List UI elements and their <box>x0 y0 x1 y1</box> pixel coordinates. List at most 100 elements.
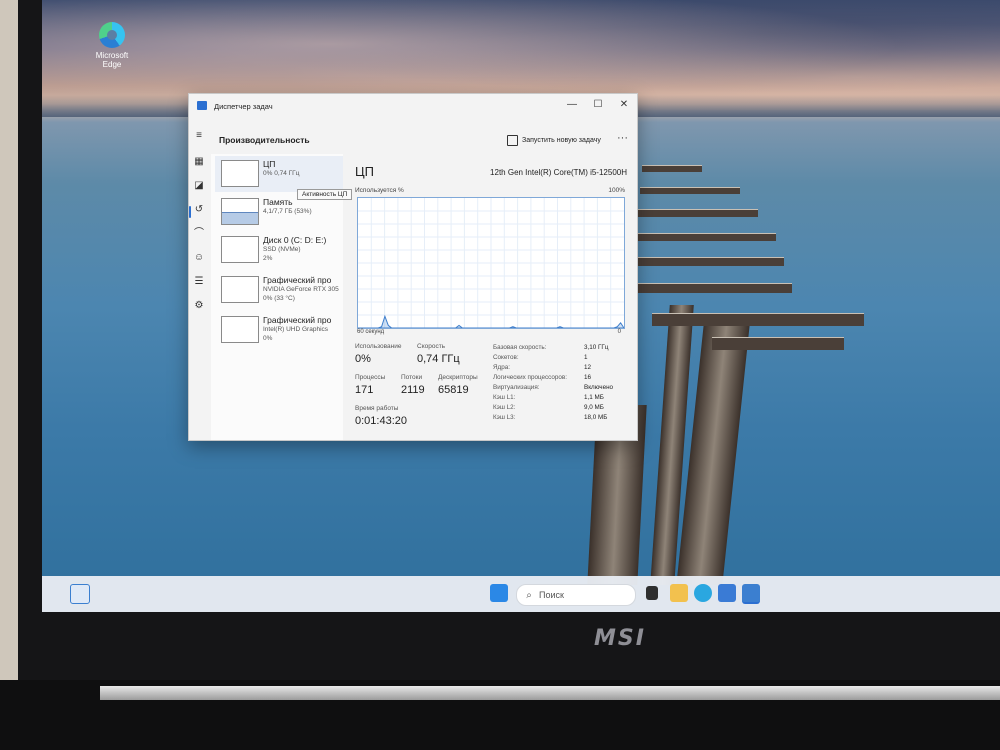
spec-value: 18,0 МБ <box>584 414 608 421</box>
spec-key: Сокетов: <box>493 354 519 361</box>
edge-taskbar-icon[interactable] <box>694 584 712 602</box>
spec-value: 12 <box>584 364 592 371</box>
uptime-value: 0:01:43:20 <box>355 415 407 427</box>
resource-name: Диск 0 (C: D: E:) <box>263 235 327 245</box>
store-icon[interactable] <box>718 584 736 602</box>
performance-icon[interactable]: ◪ <box>193 180 205 192</box>
new-task-label: Запустить новую задачу <box>522 137 601 144</box>
resource-name: ЦП <box>263 159 276 169</box>
edge-icon <box>99 22 125 48</box>
search-icon: ⌕ <box>526 589 532 601</box>
spec-value: 16 <box>584 374 592 381</box>
usage-value: 0% <box>355 353 371 365</box>
resource-detail: 4,1/7,7 ГБ (53%) <box>263 208 312 215</box>
spec-key: Кэш L3: <box>493 414 516 421</box>
resource-detail: Intel(R) UHD Graphics <box>263 326 329 333</box>
pier-plank <box>638 209 758 217</box>
title-bar[interactable]: Диспетчер задач — ☐ ✕ <box>189 94 637 118</box>
search-placeholder: Поиск <box>539 590 564 600</box>
pier-plank <box>652 313 864 326</box>
resource-detail: SSD (NVMe) <box>263 246 301 253</box>
pier-plank <box>642 165 702 172</box>
detail-title: ЦП <box>355 164 374 179</box>
desktop-shortcut-label: Edge <box>102 60 122 69</box>
desktop-shortcut-edge[interactable]: Microsoft Edge <box>92 22 132 69</box>
cpu-thumbnail <box>221 160 259 187</box>
spec-value: 1,1 МБ <box>584 394 604 401</box>
laptop-hinge <box>100 686 1000 700</box>
resource-item-disk[interactable]: Диск 0 (C: D: E:) SSD (NVMe) 2% <box>215 232 343 268</box>
resource-detail: NVIDIA GeForce RTX 305 <box>263 286 339 293</box>
spec-value: 3,10 ГГц <box>584 344 609 351</box>
history-icon[interactable]: ↺ <box>193 204 205 216</box>
processes-icon[interactable]: ▦ <box>193 156 205 168</box>
spec-value: 9,0 МБ <box>584 404 604 411</box>
resource-item-gpu-nvidia[interactable]: Графический про NVIDIA GeForce RTX 305 0… <box>215 272 343 308</box>
desktop-shortcut-label: Microsoft <box>95 51 129 60</box>
spec-key: Виртуализация: <box>493 384 540 391</box>
processes-value: 171 <box>355 384 374 396</box>
taskbar: ⌕ Поиск <box>42 576 1000 612</box>
pier-plank <box>636 233 776 241</box>
close-button[interactable]: ✕ <box>613 98 635 112</box>
minimize-button[interactable]: — <box>561 98 583 112</box>
speed-label: Скорость <box>417 343 446 350</box>
pier-plank <box>640 187 740 194</box>
resource-list: ЦП 0% 0,74 ГГц Память 4,1/7,7 ГБ (53%) Д… <box>211 154 353 440</box>
cpu-usage-chart <box>358 198 624 328</box>
widgets-icon[interactable] <box>70 584 90 604</box>
pier-plank <box>634 257 784 266</box>
spec-key: Логических процессоров: <box>493 374 567 381</box>
search-input[interactable]: ⌕ Поиск <box>516 584 636 606</box>
users-icon[interactable]: ☺ <box>193 252 205 264</box>
task-manager-window: Диспетчер задач — ☐ ✕ ≡ ▦ ◪ ↺ ⌒ ☺ ☰ ⚙ ⚙ … <box>188 93 638 441</box>
spec-value: Включено <box>584 384 614 391</box>
file-explorer-icon[interactable] <box>670 584 688 602</box>
disk-thumbnail <box>221 236 259 263</box>
resource-detail: 0% 0,74 ГГц <box>263 170 300 177</box>
spec-key: Кэш L2: <box>493 404 516 411</box>
new-task-icon <box>507 135 518 146</box>
memory-thumbnail <box>221 198 259 225</box>
spec-key: Кэш L1: <box>493 394 516 401</box>
cpu-model: 12th Gen Intel(R) Core(TM) i5-12500H <box>490 168 627 177</box>
resource-item-cpu[interactable]: ЦП 0% 0,74 ГГц <box>215 156 343 192</box>
gpu-thumbnail <box>221 316 259 343</box>
resource-detail: 0% <box>263 335 273 342</box>
nav-sidebar: ≡ ▦ ◪ ↺ ⌒ ☺ ☰ ⚙ ⚙ <box>189 118 209 440</box>
resource-name: Графический про <box>263 275 332 285</box>
nav-active-indicator <box>189 206 191 218</box>
spec-key: Базовая скорость: <box>493 344 547 351</box>
cpu-detail-pane: ЦП 12th Gen Intel(R) Core(TM) i5-12500H … <box>351 154 631 440</box>
details-icon[interactable]: ☰ <box>193 276 205 288</box>
start-icon[interactable] <box>490 584 508 602</box>
speed-value: 0,74 ГГц <box>417 353 460 365</box>
spec-key: Ядра: <box>493 364 510 371</box>
cpu-usage-graph <box>357 197 625 329</box>
more-options-button[interactable]: ··· <box>617 132 628 144</box>
task-view-icon[interactable] <box>646 586 658 600</box>
graph-time-span: 60 секунд <box>357 329 385 335</box>
threads-value: 2119 <box>401 384 425 396</box>
tooltip: Активность ЦП <box>297 189 353 200</box>
startup-icon[interactable]: ⌒ <box>193 228 205 240</box>
resource-detail: 2% <box>263 255 273 262</box>
hamburger-icon[interactable]: ≡ <box>193 130 205 142</box>
resource-item-gpu-intel[interactable]: Графический про Intel(R) UHD Graphics 0% <box>215 312 343 348</box>
maximize-button[interactable]: ☐ <box>587 98 609 112</box>
task-manager-taskbar-icon[interactable] <box>742 584 760 604</box>
uptime-label: Время работы <box>355 405 399 412</box>
usage-label: Использование <box>355 343 402 350</box>
new-task-button[interactable]: Запустить новую задачу <box>507 135 601 146</box>
pier-plank <box>712 337 844 350</box>
page-header: Производительность Запустить новую задач… <box>211 130 631 150</box>
resource-detail: 0% (33 °C) <box>263 295 295 302</box>
pier-plank <box>632 283 792 293</box>
handles-value: 65819 <box>438 384 469 396</box>
window-title: Диспетчер задач <box>214 102 273 111</box>
resource-name: Графический про <box>263 315 332 325</box>
services-icon[interactable]: ⚙ <box>193 300 205 312</box>
graph-min: 0 <box>617 329 621 335</box>
msi-logo: MSI <box>594 626 646 651</box>
graph-label: Используется % <box>355 187 404 194</box>
